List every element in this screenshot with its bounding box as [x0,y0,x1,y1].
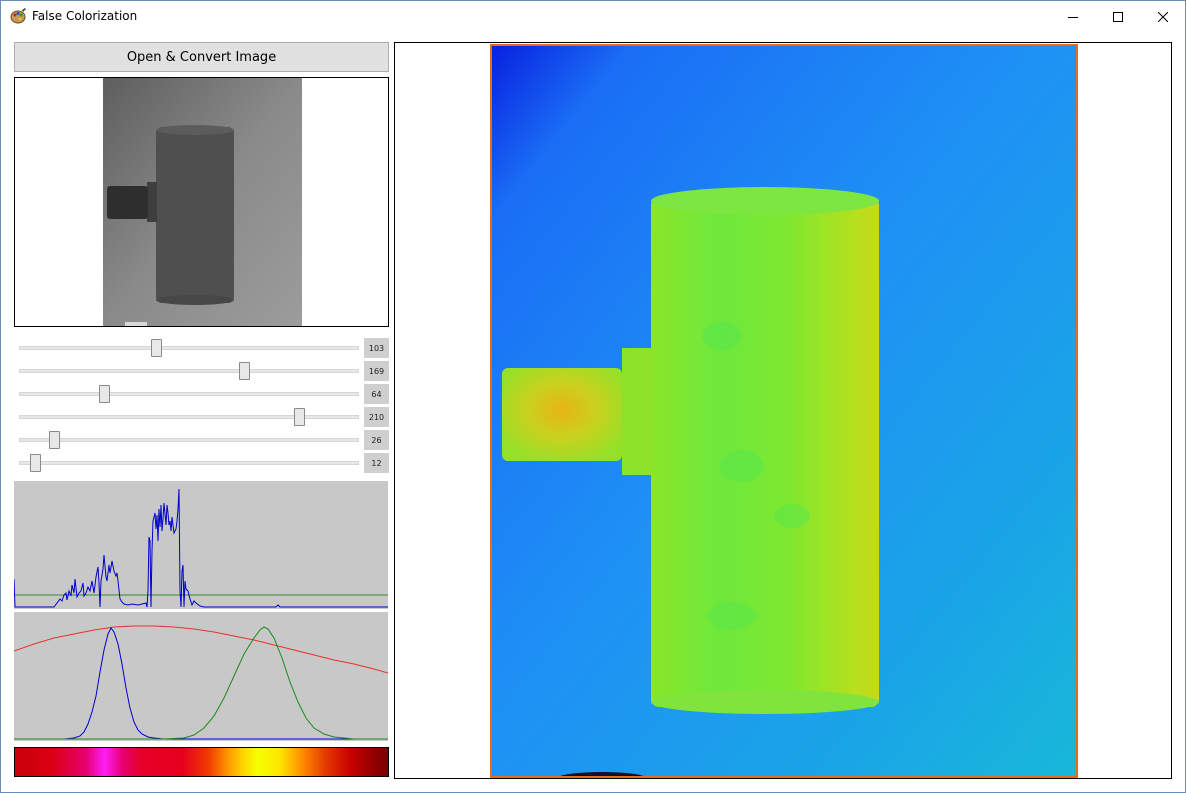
slider-track[interactable] [19,461,359,465]
slider-track[interactable] [19,346,359,350]
slider-track[interactable] [19,415,359,419]
blue-curve [14,627,388,740]
minimize-icon [1068,16,1078,18]
title-bar[interactable]: False Colorization [1,1,1185,32]
slider-value: 64 [364,384,389,404]
slider-thumb[interactable] [99,385,111,403]
slider-row: 210 [14,407,389,427]
close-button[interactable] [1140,1,1186,32]
open-convert-button[interactable]: Open & Convert Image [14,42,389,72]
color-curves-panel [13,612,389,741]
slider-thumb[interactable] [294,408,306,426]
slider-thumb[interactable] [151,339,163,357]
slider-value: 26 [364,430,389,450]
slider-track[interactable] [19,438,359,442]
histogram-line [13,488,388,608]
red-curve [13,625,389,674]
grayscale-thumbnail [103,78,302,326]
slider-row: 26 [14,430,389,450]
green-curve [14,626,388,740]
minimize-button[interactable] [1050,1,1096,32]
slider-value: 12 [364,453,389,473]
app-window: False Colorization Open & Convert Image [0,0,1186,793]
window-title: False Colorization [32,9,138,23]
maximize-icon [1113,11,1123,22]
colorized-image-view [394,42,1172,779]
slider-row: 169 [14,361,389,381]
palette-icon [10,8,26,24]
slider-thumb[interactable] [29,454,41,472]
colormap-bar [14,747,389,777]
false-color-image [490,44,1078,778]
close-icon [1158,11,1168,22]
slider-thumb[interactable] [239,362,251,380]
slider-value: 210 [364,407,389,427]
source-image-preview [14,77,389,327]
slider-row: 64 [14,384,389,404]
slider-row: 103 [14,338,389,358]
slider-value: 169 [364,361,389,381]
slider-thumb[interactable] [48,431,60,449]
slider-value: 103 [364,338,389,358]
slider-track[interactable] [19,369,359,373]
slider-row: 12 [14,453,389,473]
maximize-button[interactable] [1095,1,1141,32]
histogram-panel [13,481,388,609]
slider-track[interactable] [19,392,359,396]
